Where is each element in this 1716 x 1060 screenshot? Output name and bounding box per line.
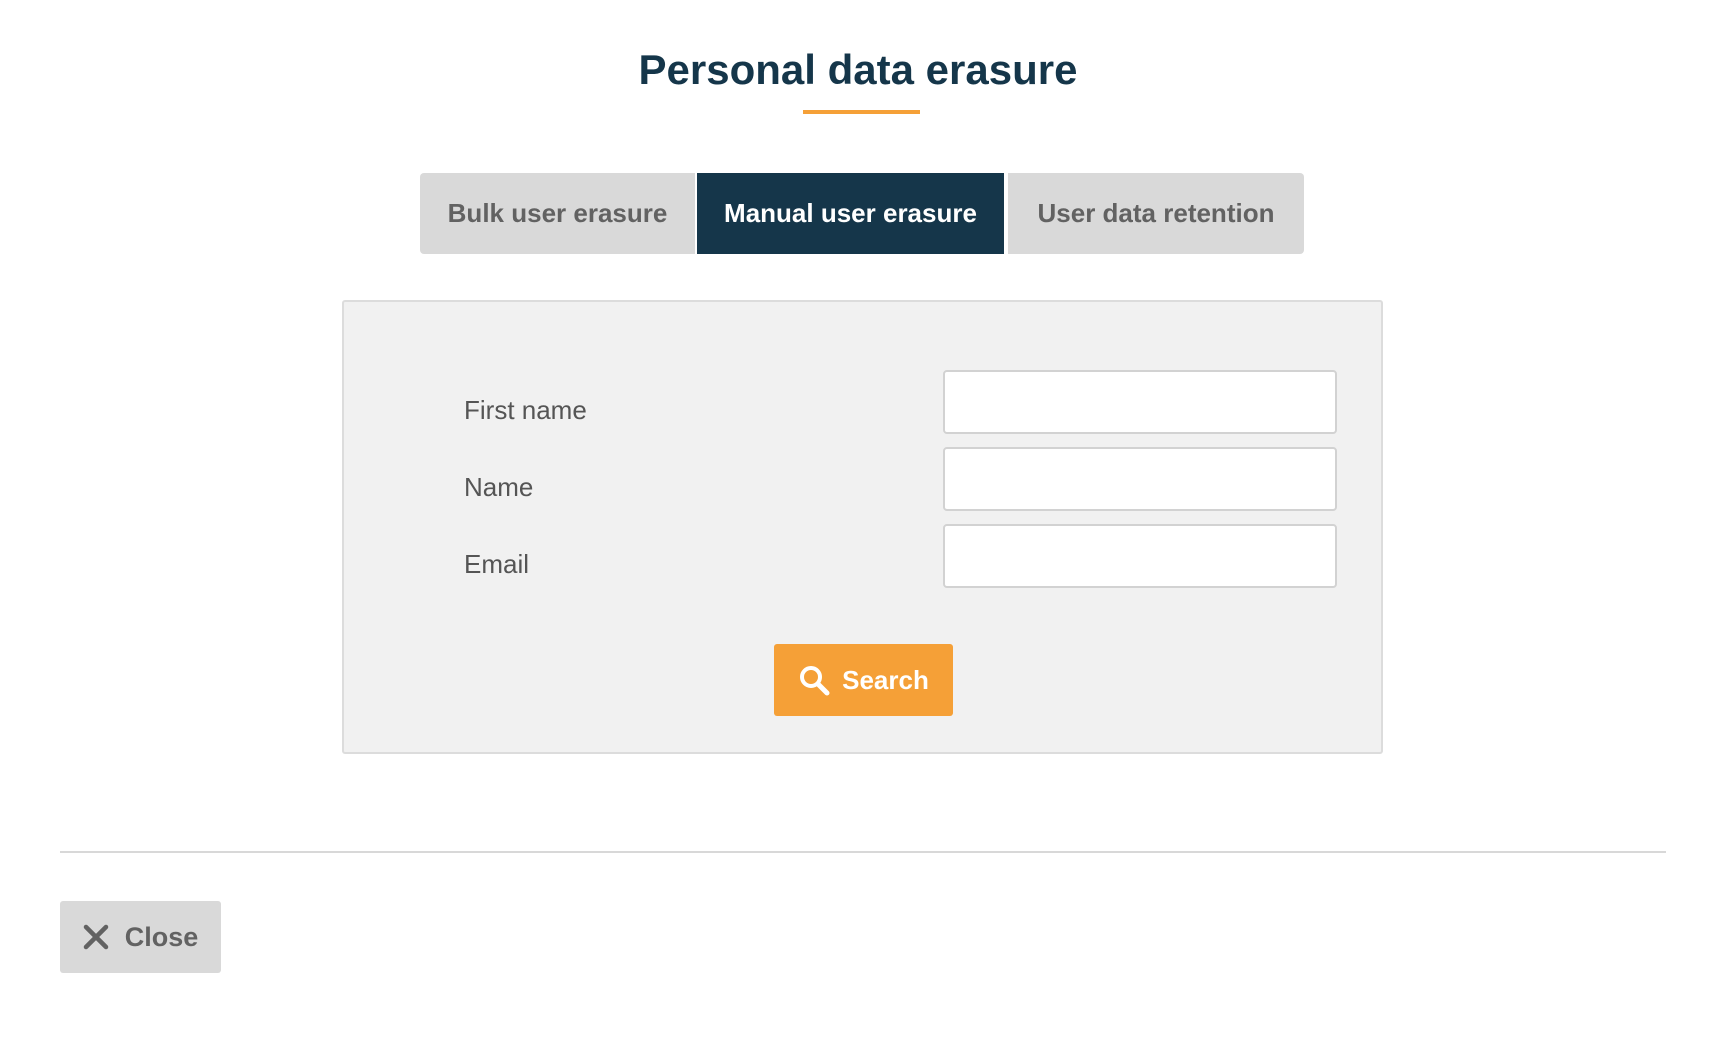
close-button-label: Close — [124, 921, 199, 952]
search-form-panel: First name Name Email Search — [342, 300, 1383, 754]
tab-bulk-user-erasure[interactable]: Bulk user erasure — [420, 173, 695, 254]
footer-divider — [60, 851, 1666, 853]
close-icon — [83, 924, 109, 950]
email-field[interactable] — [943, 524, 1337, 588]
search-button[interactable]: Search — [774, 644, 953, 716]
name-field[interactable] — [943, 447, 1337, 511]
first-name-field[interactable] — [943, 370, 1337, 434]
tab-manual-user-erasure[interactable]: Manual user erasure — [697, 173, 1004, 254]
search-button-label: Search — [842, 664, 929, 695]
first-name-label: First name — [464, 395, 587, 425]
email-label: Email — [464, 549, 530, 579]
close-button[interactable]: Close — [60, 901, 221, 973]
tab-user-data-retention[interactable]: User data retention — [1008, 173, 1304, 254]
page-title: Personal data erasure — [638, 46, 1078, 93]
title-underline — [803, 110, 920, 114]
tab-bar: Bulk user erasure Manual user erasure Us… — [420, 173, 1304, 254]
name-label: Name — [464, 472, 534, 502]
search-icon — [798, 664, 830, 696]
